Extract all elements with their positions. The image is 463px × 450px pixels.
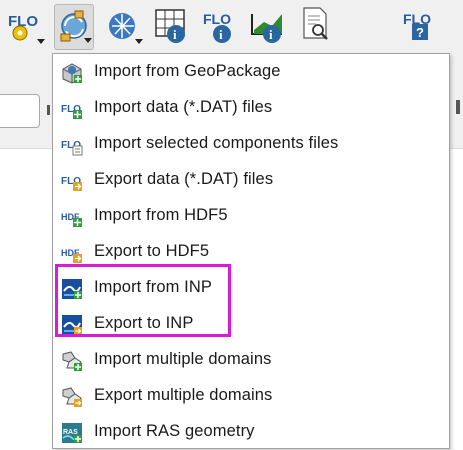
import-export-icon (60, 10, 87, 42)
menu-item-import-hdf5[interactable]: HDF Import from HDF5 (53, 198, 449, 234)
svg-text:i: i (269, 27, 273, 42)
flo2d-settings-button[interactable]: FLO (6, 4, 46, 50)
geopackage-import-icon (62, 63, 82, 84)
svg-text:?: ? (416, 25, 424, 40)
flo2d-help-button[interactable]: FLO ? (400, 4, 440, 50)
menu-item-export-multiple-domains[interactable]: Export multiple domains (53, 378, 449, 414)
flo-export-dat-icon: FLO (61, 176, 82, 191)
hdf5-import-icon: HDF (61, 212, 82, 227)
import-export-button[interactable] (54, 4, 94, 50)
menu-item-import-components[interactable]: FLO Import selected components files (53, 126, 449, 162)
profile-info-button[interactable]: i (248, 4, 288, 50)
menu-item-label: Import multiple domains (94, 350, 272, 368)
menu-item-import-multiple-domains[interactable]: Import multiple domains (53, 342, 449, 378)
ras-geometry-import-icon: RAS (62, 423, 82, 443)
menu-item-label: Export to HDF5 (94, 242, 210, 260)
report-search-icon (303, 7, 328, 40)
menu-item-label: Import from GeoPackage (94, 62, 281, 80)
flo2d-info-button[interactable]: FLO i (200, 4, 240, 50)
background-label-fragment (456, 100, 460, 114)
annotation-highlight-box (55, 264, 231, 337)
svg-text:RAS: RAS (63, 429, 78, 436)
svg-text:i: i (173, 27, 177, 42)
chevron-down-icon (135, 39, 143, 44)
hdf5-export-icon: HDF (61, 248, 82, 263)
profile-info-icon: i (251, 14, 282, 43)
menu-item-import-dat[interactable]: FLO Import data (*.DAT) files (53, 90, 449, 126)
multi-domain-export-icon (62, 387, 82, 407)
grid-tools-button[interactable] (104, 4, 144, 50)
background-label-fragment (47, 105, 50, 115)
plugin-toolbar: FLO i FLO i i FLO ? (0, 0, 463, 60)
menu-item-label: Export data (*.DAT) files (94, 170, 274, 188)
report-search-button[interactable] (296, 4, 336, 50)
flo2d-help-icon: FLO ? (403, 11, 431, 40)
grid-info-button[interactable]: i (152, 4, 192, 50)
menu-item-label: Export multiple domains (94, 386, 273, 404)
svg-text:i: i (219, 27, 223, 42)
menu-item-label: Import selected components files (94, 134, 339, 152)
menu-item-label: Import data (*.DAT) files (94, 98, 273, 116)
flo-import-components-icon: FLO (61, 140, 83, 156)
import-export-menu: Import from GeoPackage FLO Import data (… (52, 53, 450, 449)
multi-domain-import-icon (62, 351, 82, 371)
menu-item-label: Import RAS geometry (94, 422, 255, 440)
menu-item-export-dat[interactable]: FLO Export data (*.DAT) files (53, 162, 449, 198)
menu-item-label: Import from HDF5 (94, 206, 228, 224)
svg-text:FLO: FLO (203, 11, 231, 27)
chevron-down-icon (37, 39, 45, 44)
flo-import-dat-icon: FLO (61, 104, 82, 119)
grid-info-icon: i (155, 9, 185, 43)
flo2d-info-icon: FLO i (203, 11, 231, 43)
chevron-down-icon (84, 38, 92, 43)
background-input[interactable] (0, 94, 40, 128)
menu-item-import-geopackage[interactable]: Import from GeoPackage (53, 54, 449, 90)
menu-item-import-ras-geometry[interactable]: RAS Import RAS geometry (53, 414, 449, 450)
